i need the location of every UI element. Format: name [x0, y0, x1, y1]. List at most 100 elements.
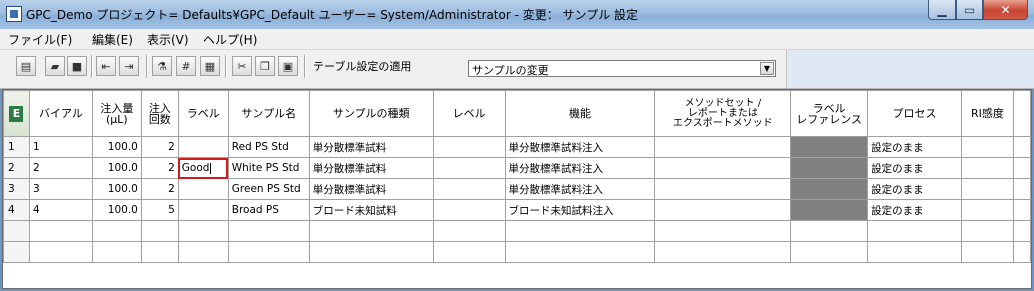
cell-level[interactable]: [432, 157, 506, 179]
cell-function[interactable]: 単分散標準試料注入: [504, 178, 656, 200]
insert-left-icon[interactable]: ⇤: [96, 56, 116, 76]
cell-ri-sens[interactable]: [961, 136, 1014, 158]
table-row[interactable]: [3, 241, 1031, 263]
cell-sample-name[interactable]: Broad PS: [227, 199, 310, 221]
cell-label-ref[interactable]: [790, 157, 869, 179]
cell-extra[interactable]: [1012, 220, 1031, 242]
cell-level[interactable]: [432, 199, 506, 221]
col-header-inj-count[interactable]: 注入 回数: [140, 90, 179, 137]
cell-label[interactable]: [177, 220, 229, 242]
open-icon[interactable]: ▰: [45, 56, 65, 76]
cell-method-set[interactable]: [654, 136, 792, 158]
cell-inj-count[interactable]: 5: [140, 199, 179, 221]
cell-label-ref[interactable]: [790, 178, 869, 200]
cell-extra[interactable]: [1012, 157, 1031, 179]
cell-level[interactable]: [432, 178, 506, 200]
col-header-label[interactable]: ラベル: [177, 90, 229, 137]
cell-extra[interactable]: [1012, 136, 1031, 158]
cell-vial[interactable]: 1: [28, 136, 93, 158]
cell-sample-type[interactable]: [308, 220, 434, 242]
cell-label-ref[interactable]: [790, 241, 869, 263]
cell-extra[interactable]: [1012, 199, 1031, 221]
cut-icon[interactable]: ✂: [232, 56, 252, 76]
cell-inj-count[interactable]: [140, 241, 179, 263]
cell-method-set[interactable]: [654, 199, 792, 221]
cell-sample-name[interactable]: [227, 241, 310, 263]
insert-right-icon[interactable]: ⇥: [119, 56, 139, 76]
table-row[interactable]: 2 2 100.0 2 Good White PS Std 単分散標準試料 単分散標準試料注入…: [3, 157, 1031, 179]
col-header-function[interactable]: 機能: [504, 90, 656, 137]
app-icon[interactable]: [6, 6, 22, 22]
table-settings-select[interactable]: サンプルの変更 ▼: [468, 60, 776, 77]
col-header-ri-sens[interactable]: RI感度: [961, 90, 1014, 137]
cell-inj-vol[interactable]: 100.0: [91, 178, 142, 200]
cell-label[interactable]: [177, 178, 229, 200]
cell-ri-sens[interactable]: [961, 157, 1014, 179]
cell-label-ref[interactable]: [790, 136, 869, 158]
cell-sample-name[interactable]: Green PS Std: [227, 178, 310, 200]
row-header[interactable]: 2: [3, 157, 30, 179]
table-row[interactable]: 4 4 100.0 5 Broad PS ブロード未知試料 ブロード未知試料注入 設定のまま: [3, 199, 1031, 221]
menu-edit[interactable]: 編集(E): [92, 31, 133, 48]
row-header[interactable]: 1: [3, 136, 30, 158]
cell-inj-vol[interactable]: 100.0: [91, 136, 142, 158]
cell-extra[interactable]: [1012, 178, 1031, 200]
cell-sample-name[interactable]: White PS Std: [227, 157, 310, 179]
cell-inj-count[interactable]: 2: [140, 136, 179, 158]
cell-label[interactable]: Good: [177, 157, 229, 179]
cell-function[interactable]: [504, 241, 656, 263]
sample-icon[interactable]: ⚗: [152, 56, 172, 76]
cell-vial[interactable]: [28, 241, 93, 263]
cell-process[interactable]: [867, 241, 963, 263]
cell-label[interactable]: [177, 136, 229, 158]
close-button[interactable]: ✕: [983, 0, 1028, 20]
cell-process[interactable]: 設定のまま: [867, 136, 963, 158]
col-header-method-set[interactable]: メソッドセット / レポートまたは エクスポートメソッド: [654, 90, 792, 137]
cell-process[interactable]: 設定のまま: [867, 157, 963, 179]
cell-vial[interactable]: 2: [28, 157, 93, 179]
cell-ri-sens[interactable]: [961, 241, 1014, 263]
cell-sample-type[interactable]: 単分散標準試料: [308, 136, 434, 158]
paste-icon[interactable]: ▣: [278, 56, 298, 76]
table-row[interactable]: 1 1 100.0 2 Red PS Std 単分散標準試料 単分散標準試料注入 設定のまま: [3, 136, 1031, 158]
col-header-sample-type[interactable]: サンプルの種類: [308, 90, 434, 137]
cell-label-ref[interactable]: [790, 199, 869, 221]
cell-sample-type[interactable]: ブロード未知試料: [308, 199, 434, 221]
cell-label-ref[interactable]: [790, 220, 869, 242]
cell-level[interactable]: [432, 136, 506, 158]
cell-ri-sens[interactable]: [961, 220, 1014, 242]
cell-ri-sens[interactable]: [961, 178, 1014, 200]
cell-sample-name[interactable]: Red PS Std: [227, 136, 310, 158]
cell-process[interactable]: 設定のまま: [867, 178, 963, 200]
select-all-corner[interactable]: E: [3, 90, 30, 137]
col-header-process[interactable]: プロセス: [867, 90, 963, 137]
cell-sample-name[interactable]: [227, 220, 310, 242]
number-icon[interactable]: #: [176, 56, 196, 76]
maximize-button[interactable]: ▭: [956, 0, 983, 20]
col-header-label-ref[interactable]: ラベル レファレンス: [790, 90, 869, 137]
cell-process[interactable]: [867, 220, 963, 242]
menu-file[interactable]: ファイル(F): [8, 31, 72, 48]
cell-function[interactable]: 単分散標準試料注入: [504, 136, 656, 158]
cell-sample-type[interactable]: [308, 241, 434, 263]
title-bar[interactable]: GPC_Demo プロジェクト= Defaults¥GPC_Default ユー…: [0, 0, 1034, 29]
table-row[interactable]: 3 3 100.0 2 Green PS Std 単分散標準試料 単分散標準試料注入 設定のま…: [3, 178, 1031, 200]
cell-vial[interactable]: 3: [28, 178, 93, 200]
cell-inj-count[interactable]: 2: [140, 157, 179, 179]
cell-inj-count[interactable]: [140, 220, 179, 242]
row-header[interactable]: [3, 241, 30, 263]
cell-vial[interactable]: 4: [28, 199, 93, 221]
calculator-icon[interactable]: ▦: [200, 56, 220, 76]
cell-method-set[interactable]: [654, 178, 792, 200]
save-icon[interactable]: ■: [67, 56, 87, 76]
label-edit-text[interactable]: Good: [182, 162, 210, 174]
cell-process[interactable]: 設定のまま: [867, 199, 963, 221]
cell-function[interactable]: 単分散標準試料注入: [504, 157, 656, 179]
cell-level[interactable]: [432, 241, 506, 263]
cell-function[interactable]: [504, 220, 656, 242]
cell-inj-vol[interactable]: [91, 220, 142, 242]
col-header-sample-name[interactable]: サンプル名: [227, 90, 310, 137]
cell-method-set[interactable]: [654, 241, 792, 263]
minimize-button[interactable]: ▁: [928, 0, 956, 20]
copy-icon[interactable]: ❐: [255, 56, 275, 76]
